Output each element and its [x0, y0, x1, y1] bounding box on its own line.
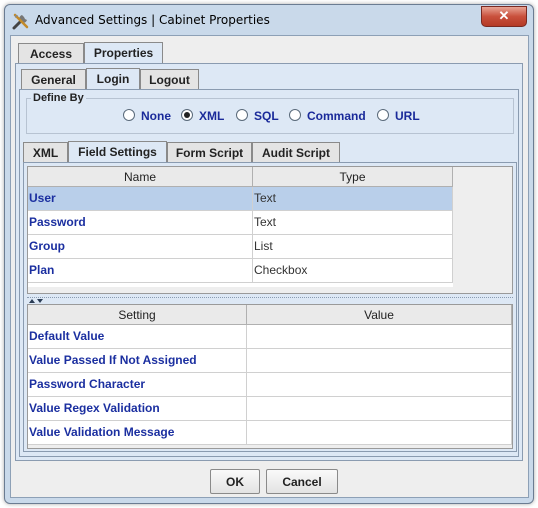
tab-general[interactable]: General [21, 69, 86, 89]
login-panel: Define By None XML SQL Command URL XML F… [19, 89, 519, 457]
setting-name: Password Character [28, 373, 247, 396]
field-type: Text [253, 187, 453, 210]
radio-circle-icon [236, 109, 248, 121]
table-row[interactable]: Plan Checkbox [28, 259, 453, 283]
column-header-type[interactable]: Type [253, 167, 453, 187]
field-settings-panel: Name Type User Text Password Text Group … [23, 162, 517, 452]
field-name: Group [28, 235, 253, 258]
cancel-button[interactable]: Cancel [266, 469, 338, 494]
radio-circle-icon [289, 109, 301, 121]
setting-value[interactable] [247, 349, 512, 372]
radio-circle-icon [377, 109, 389, 121]
dialog-window: Advanced Settings | Cabinet Properties ✕… [4, 4, 534, 504]
tab-general-label: General [31, 73, 76, 87]
properties-panel: General Login Logout Define By None XML … [15, 63, 523, 461]
tab-field-settings[interactable]: Field Settings [68, 141, 167, 162]
field-name: User [28, 187, 253, 210]
fields-table: Name Type User Text Password Text Group … [27, 166, 513, 294]
radio-sql[interactable]: SQL [236, 108, 279, 124]
define-by-options: None XML SQL Command URL [123, 108, 503, 124]
tab-login-label: Login [96, 72, 130, 86]
column-header-setting[interactable]: Setting [28, 305, 247, 325]
tab-properties[interactable]: Properties [84, 42, 163, 63]
radio-url-label: URL [395, 109, 420, 123]
radio-xml[interactable]: XML [181, 108, 224, 124]
tab-logout[interactable]: Logout [140, 69, 199, 89]
table-row[interactable]: Group List [28, 235, 453, 259]
field-name: Password [28, 211, 253, 234]
tab-audit-script-label: Audit Script [262, 146, 330, 160]
field-type: Checkbox [253, 259, 453, 282]
radio-none-label: None [141, 109, 171, 123]
table-row[interactable]: Default Value [28, 325, 512, 349]
setting-name: Default Value [28, 325, 247, 348]
setting-name: Value Passed If Not Assigned [28, 349, 247, 372]
tab-xml-label: XML [32, 146, 59, 160]
tab-field-settings-label: Field Settings [78, 145, 157, 159]
tab-login[interactable]: Login [86, 68, 140, 89]
tab-audit-script[interactable]: Audit Script [252, 142, 340, 162]
setting-name: Value Validation Message [28, 421, 247, 444]
tab-access-label: Access [29, 47, 73, 61]
tab-xml[interactable]: XML [23, 142, 68, 162]
tab-logout-label: Logout [149, 73, 190, 87]
settings-table-body: Setting Value Default Value Value Passed… [28, 305, 512, 445]
close-icon: ✕ [498, 8, 510, 23]
setting-value[interactable] [247, 325, 512, 348]
table-row[interactable]: Value Regex Validation [28, 397, 512, 421]
radio-sql-label: SQL [254, 109, 279, 123]
settings-table: Setting Value Default Value Value Passed… [27, 304, 513, 449]
table-row[interactable]: Password Character [28, 373, 512, 397]
radio-command[interactable]: Command [289, 108, 366, 124]
radio-url[interactable]: URL [377, 108, 420, 124]
ok-button[interactable]: OK [210, 469, 260, 494]
tab-access[interactable]: Access [18, 43, 84, 63]
tab-properties-label: Properties [93, 46, 154, 60]
title-bar[interactable]: Advanced Settings | Cabinet Properties ✕ [5, 5, 533, 35]
column-header-value[interactable]: Value [247, 305, 512, 325]
tools-icon [12, 13, 29, 30]
setting-value[interactable] [247, 397, 512, 420]
split-pane-divider[interactable] [27, 297, 513, 304]
table-row[interactable]: Password Text [28, 211, 453, 235]
define-by-legend: Define By [31, 92, 86, 104]
setting-value[interactable] [247, 421, 512, 444]
radio-selected-icon [181, 109, 193, 121]
window-title: Advanced Settings | Cabinet Properties [35, 13, 270, 27]
fields-table-body: Name Type User Text Password Text Group … [28, 167, 453, 287]
tab-form-script-label: Form Script [175, 146, 244, 160]
field-type: List [253, 235, 453, 258]
table-row[interactable]: User Text [28, 187, 453, 211]
tab-form-script[interactable]: Form Script [167, 142, 252, 162]
column-header-name[interactable]: Name [28, 167, 253, 187]
table-row[interactable]: Value Validation Message [28, 421, 512, 445]
field-type: Text [253, 211, 453, 234]
radio-none[interactable]: None [123, 108, 171, 124]
radio-command-label: Command [307, 109, 366, 123]
table-row[interactable]: Value Passed If Not Assigned [28, 349, 512, 373]
radio-xml-label: XML [199, 109, 225, 123]
close-button[interactable]: ✕ [481, 6, 527, 27]
field-name: Plan [28, 259, 253, 282]
setting-name: Value Regex Validation [28, 397, 247, 420]
dialog-content: Access Properties General Login Logout D… [10, 35, 529, 498]
radio-circle-icon [123, 109, 135, 121]
setting-value[interactable] [247, 373, 512, 396]
define-by-group: Define By None XML SQL Command URL [26, 92, 514, 134]
